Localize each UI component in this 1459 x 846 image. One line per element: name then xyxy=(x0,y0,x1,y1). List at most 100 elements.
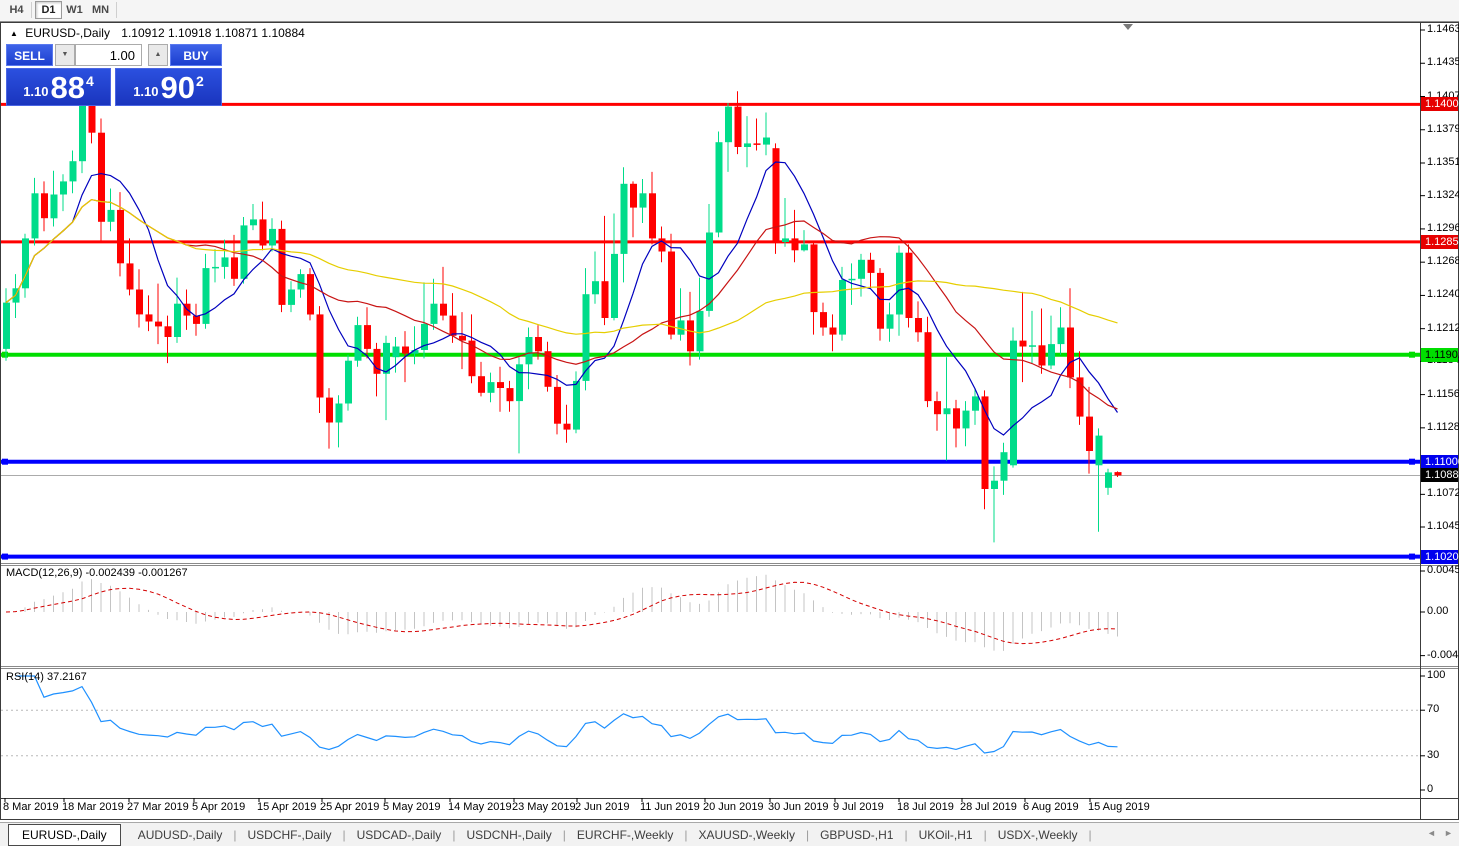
candle xyxy=(3,302,10,349)
price-tick-label: 1.12120 xyxy=(1427,321,1459,334)
sell-price-pip-digit: 4 xyxy=(86,73,94,89)
macd-axis-label: -0.004806 xyxy=(1427,648,1459,661)
candle xyxy=(335,403,343,423)
candle xyxy=(791,238,799,251)
tab-separator: | xyxy=(1088,827,1092,842)
candle xyxy=(364,325,371,349)
candle xyxy=(611,253,618,318)
volume-increase-button[interactable]: ▲ xyxy=(148,44,168,66)
line-handle[interactable] xyxy=(1409,351,1415,358)
candle xyxy=(383,342,390,374)
ma-medium-line xyxy=(5,198,1118,410)
candle xyxy=(278,228,286,305)
candle xyxy=(972,396,979,411)
tab-audusd-daily[interactable]: AUDUSD-,Daily xyxy=(127,828,234,842)
sell-price-display[interactable]: 1.10 88 4 xyxy=(6,68,111,106)
price-tick-label: 1.11285 xyxy=(1427,420,1459,433)
price-line-label: 1.14009 xyxy=(1421,97,1459,112)
candle xyxy=(212,266,219,269)
candles xyxy=(3,69,1122,543)
candle xyxy=(877,272,884,329)
candle xyxy=(848,278,856,281)
candle xyxy=(801,244,808,251)
volume-decrease-button[interactable]: ▼ xyxy=(55,44,75,66)
tab-scroll-area: ◄ ► xyxy=(1420,822,1459,846)
buy-price-big-digits: 90 xyxy=(160,70,195,105)
macd-histogram xyxy=(15,574,1118,651)
candle xyxy=(563,423,571,430)
candle xyxy=(573,380,580,430)
rsi-axis-label: 30 xyxy=(1427,748,1440,761)
sell-button[interactable]: SELL xyxy=(6,44,53,66)
candle xyxy=(934,401,941,415)
candle xyxy=(601,281,609,318)
sell-price-big-digits: 88 xyxy=(50,70,85,105)
candle xyxy=(155,321,162,327)
candle xyxy=(630,183,637,208)
tab-eurusd-daily[interactable]: EURUSD-,Daily xyxy=(8,823,121,846)
price-tick-label: 1.13515 xyxy=(1427,156,1459,168)
chart-shift-marker[interactable] xyxy=(1123,24,1133,30)
candle xyxy=(402,346,409,354)
candle xyxy=(41,193,48,219)
current-price-label: 1.10884 xyxy=(1421,468,1459,483)
candle xyxy=(126,263,134,290)
candle xyxy=(202,268,210,324)
candle xyxy=(345,360,352,404)
volume-input[interactable] xyxy=(75,44,142,66)
scroll-right-icon[interactable]: ► xyxy=(1444,828,1453,838)
chart-title: ▲ EURUSD-,Daily 1.10912 1.10918 1.10871 … xyxy=(10,26,305,40)
timeframe-button-w1[interactable]: W1 xyxy=(62,1,87,19)
chevron-up-icon: ▲ xyxy=(154,51,162,58)
candle xyxy=(734,106,742,147)
candle xyxy=(535,337,542,352)
line-handle[interactable] xyxy=(2,458,8,465)
tab-usdcnh-daily[interactable]: USDCNH-,Daily xyxy=(455,828,562,842)
tab-ukoil-h1[interactable]: UKOil-,H1 xyxy=(908,828,984,842)
scroll-left-icon[interactable]: ◄ xyxy=(1427,828,1436,838)
candle xyxy=(658,238,666,252)
candle xyxy=(1038,345,1046,366)
timeframe-button-d1[interactable]: D1 xyxy=(35,1,62,19)
candle xyxy=(753,143,761,145)
candle xyxy=(145,314,153,322)
candle xyxy=(525,337,533,365)
candle xyxy=(763,137,770,145)
candle xyxy=(1067,327,1074,378)
candle xyxy=(60,181,67,195)
macd-axis-label: 0.004517 xyxy=(1427,563,1459,576)
candle xyxy=(924,332,932,402)
candle xyxy=(839,280,846,335)
tab-eurchf-weekly[interactable]: EURCHF-,Weekly xyxy=(566,828,684,842)
one-click-trade-panel: SELL ▼ ▲ BUY 1.10 88 4 1.10 90 2 xyxy=(6,42,222,106)
chart-canvas[interactable] xyxy=(0,0,1459,846)
rsi-axis-label: 100 xyxy=(1427,669,1446,681)
price-axis[interactable]: 1.146351.143551.140751.137951.135151.132… xyxy=(1420,22,1459,820)
line-handle[interactable] xyxy=(2,351,8,358)
tab-xauusd-weekly[interactable]: XAUUSD-,Weekly xyxy=(687,828,805,842)
candle xyxy=(668,251,675,335)
tab-usdchf-daily[interactable]: USDCHF-,Daily xyxy=(237,828,343,842)
line-handle[interactable] xyxy=(1409,553,1415,560)
tab-usdcad-daily[interactable]: USDCAD-,Daily xyxy=(346,828,453,842)
candle xyxy=(1086,416,1093,451)
toolbar-separator xyxy=(116,2,117,18)
candle xyxy=(107,209,115,222)
line-handle[interactable] xyxy=(1409,458,1415,465)
tab-gbpusd-h1[interactable]: GBPUSD-,H1 xyxy=(809,828,904,842)
timeframe-button-mn[interactable]: MN xyxy=(88,1,113,19)
macd-indicator-label: MACD(12,26,9) -0.002439 -0.001267 xyxy=(6,567,188,579)
price-tick-label: 1.13240 xyxy=(1427,188,1459,201)
buy-button[interactable]: BUY xyxy=(170,44,222,66)
price-tick-label: 1.10450 xyxy=(1427,520,1459,532)
tab-usdx-weekly[interactable]: USDX-,Weekly xyxy=(987,828,1089,842)
candle xyxy=(259,219,267,246)
buy-price-display[interactable]: 1.10 90 2 xyxy=(115,68,222,106)
rsi-line xyxy=(15,675,1118,754)
line-handle[interactable] xyxy=(2,553,8,560)
timeframe-button-h4[interactable]: H4 xyxy=(4,1,29,19)
collapse-panel-icon[interactable]: ▲ xyxy=(10,29,18,38)
candle xyxy=(136,289,143,315)
price-tick-label: 1.12680 xyxy=(1427,255,1459,268)
candle xyxy=(554,386,561,424)
